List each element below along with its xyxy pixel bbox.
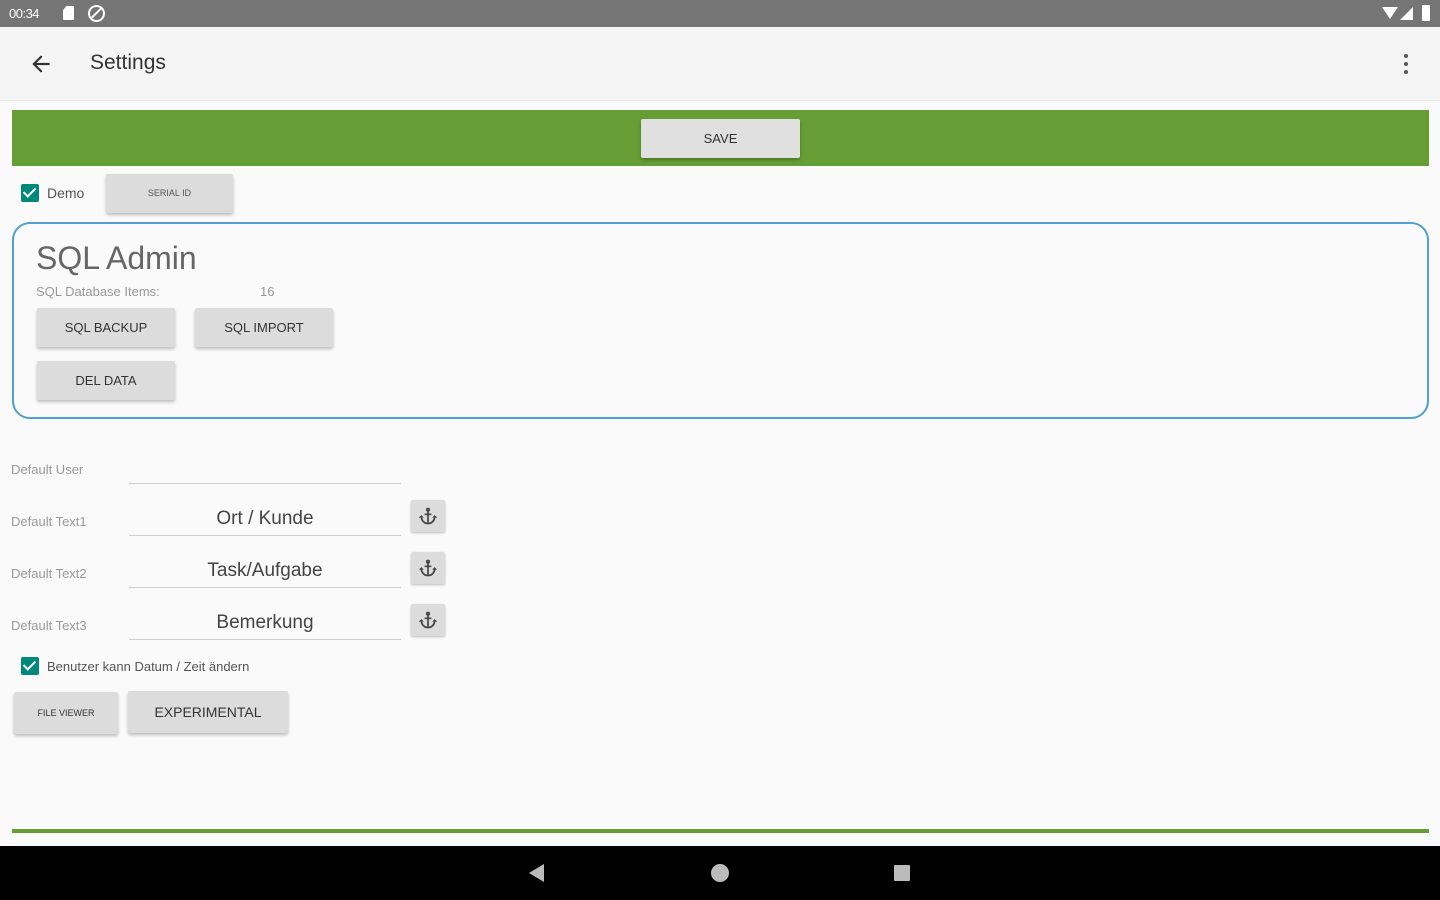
sql-backup-button[interactable]: SQL BACKUP [37,308,175,347]
more-vert-icon[interactable] [1396,51,1416,77]
save-bar: SAVE [12,110,1429,166]
anchor-icon [418,559,438,577]
file-viewer-button[interactable]: FILE VIEWER [14,692,118,734]
sql-admin-title: SQL Admin [36,240,197,276]
text2-anchor-button[interactable] [411,552,445,584]
del-data-button[interactable]: DEL DATA [37,361,175,400]
demo-checkbox[interactable] [21,184,39,202]
sql-items-label: SQL Database Items: [36,284,160,299]
status-bar: 00:34 [0,0,1440,27]
nav-recents-icon[interactable] [894,865,910,881]
nav-home-icon[interactable] [711,864,729,882]
default-user-label: Default User [11,462,84,477]
default-text3-label: Default Text3 [11,618,87,633]
anchor-icon [418,507,438,525]
sql-admin-panel: SQL Admin SQL Database Items: 16 SQL BAC… [12,222,1429,419]
page-title: Settings [90,51,166,74]
bottom-divider [12,829,1429,833]
datetime-checkbox[interactable] [21,657,39,675]
battery-icon [1422,5,1430,21]
serial-id-button[interactable]: SERIAL ID [106,174,233,213]
experimental-button[interactable]: EXPERIMENTAL [128,691,288,733]
wifi-icon [1382,7,1398,19]
nav-back-icon[interactable] [529,864,544,882]
anchor-icon [418,611,438,629]
sql-import-button[interactable]: SQL IMPORT [195,308,333,347]
default-text2-input[interactable]: Task/Aufgabe [129,555,401,588]
default-text3-input[interactable]: Bemerkung [129,607,401,640]
app-bar: Settings [0,27,1440,101]
text3-anchor-button[interactable] [411,604,445,636]
default-user-input[interactable] [129,451,401,484]
save-button[interactable]: SAVE [641,119,800,158]
system-nav-bar [0,846,1440,900]
default-text2-label: Default Text2 [11,566,87,581]
default-text1-label: Default Text1 [11,514,87,529]
text1-anchor-button[interactable] [411,500,445,532]
datetime-label: Benutzer kann Datum / Zeit ändern [47,659,250,674]
signal-icon [1400,7,1413,20]
arrow-back-icon[interactable] [28,51,54,77]
demo-label: Demo [47,185,85,201]
do-not-disturb-icon [88,5,105,22]
sql-items-count: 16 [260,284,275,299]
status-time: 00:34 [9,6,40,21]
default-text1-input[interactable]: Ort / Kunde [129,503,401,536]
sd-card-icon [63,6,74,20]
